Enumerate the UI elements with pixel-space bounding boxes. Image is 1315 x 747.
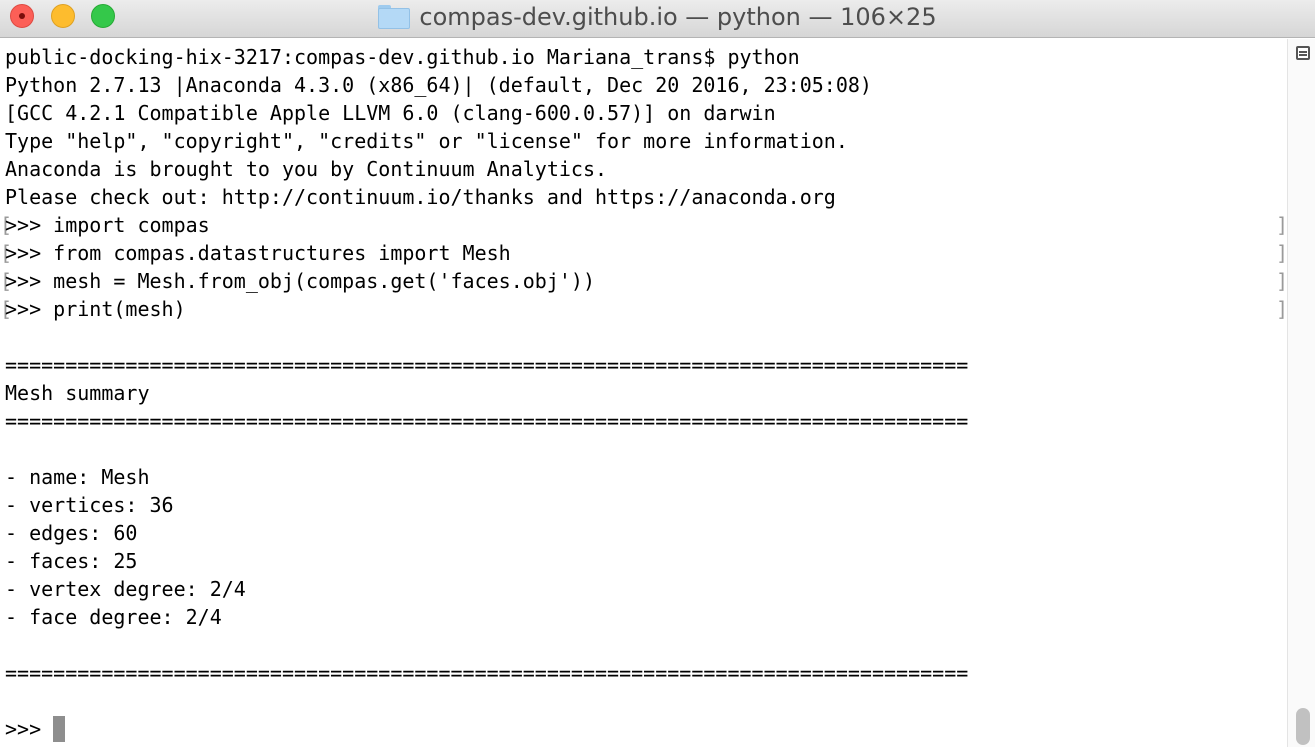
window-title-group: compas-dev.github.io — python — 106×25: [0, 0, 1315, 34]
command-mark-close: ]: [1276, 213, 1287, 237]
terminal-line: public-docking-hix-3217:compas-dev.githu…: [5, 45, 800, 69]
terminal-line: ========================================…: [5, 661, 969, 685]
terminal-line: [GCC 4.2.1 Compatible Apple LLVM 6.0 (cl…: [5, 101, 776, 125]
terminal-prompt-line: >>>: [5, 717, 54, 741]
terminal-line: - edges: 60: [5, 521, 138, 545]
terminal-line: Please check out: http://continuum.io/th…: [5, 185, 836, 209]
command-mark-close: ]: [1276, 269, 1287, 293]
scrollbar-thumb[interactable]: [1296, 708, 1310, 745]
command-mark-close: ]: [1276, 297, 1287, 321]
window-title: compas-dev.github.io — python — 106×25: [419, 3, 937, 31]
command-mark-close: ]: [1276, 241, 1287, 265]
terminal-line: ========================================…: [5, 409, 969, 433]
terminal-command-line: >>> mesh = Mesh.from_obj(compas.get('fac…: [5, 269, 596, 293]
terminal-line: Type "help", "copyright", "credits" or "…: [5, 129, 848, 153]
vertical-scrollbar[interactable]: [1287, 39, 1315, 747]
text-cursor: [53, 716, 65, 742]
terminal-command-line: >>> print(mesh): [5, 297, 186, 321]
terminal-line: Anaconda is brought to you by Continuum …: [5, 157, 608, 181]
terminal-line: - face degree: 2/4: [5, 605, 222, 629]
terminal-command-line: >>> from compas.datastructures import Me…: [5, 241, 511, 265]
terminal-line: - vertices: 36: [5, 493, 174, 517]
terminal-command-line: >>> import compas: [5, 213, 210, 237]
terminal-window: compas-dev.github.io — python — 106×25 p…: [0, 0, 1315, 747]
scrollback-toggle-icon[interactable]: [1296, 46, 1310, 60]
folder-icon: [378, 5, 411, 29]
terminal-line: Python 2.7.13 |Anaconda 4.3.0 (x86_64)| …: [5, 73, 872, 97]
title-bar[interactable]: compas-dev.github.io — python — 106×25: [0, 0, 1315, 38]
terminal-line: - name: Mesh: [5, 465, 150, 489]
terminal-output[interactable]: public-docking-hix-3217:compas-dev.githu…: [0, 39, 1287, 747]
terminal-line: - faces: 25: [5, 549, 138, 573]
terminal-line: - vertex degree: 2/4: [5, 577, 246, 601]
terminal-line: Mesh summary: [5, 381, 150, 405]
terminal-line: ========================================…: [5, 353, 969, 377]
